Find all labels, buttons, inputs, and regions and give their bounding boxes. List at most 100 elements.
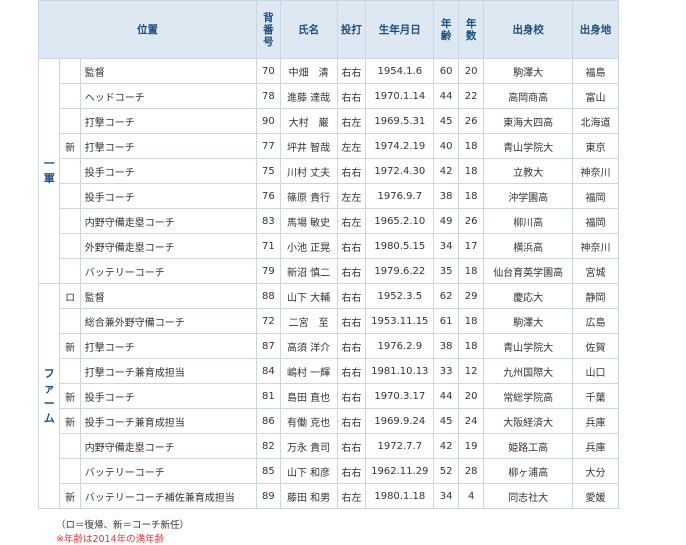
hometown-cell: 富山 [572,83,619,109]
mark-cell [59,258,81,284]
hometown-cell: 福岡 [572,183,619,209]
name-cell: 進藤 達哉 [279,83,338,109]
number-cell: 79 [256,258,281,284]
number-cell: 72 [256,308,281,334]
number-cell: 77 [256,133,281,159]
school-cell: 青山学院大 [483,333,574,359]
name-cell: 有働 克也 [279,408,338,434]
bat-throw-cell: 左左 [336,133,367,159]
number-cell: 84 [256,358,281,384]
bat-throw-cell: 右右 [336,258,367,284]
position-cell: 外野守備走塁コーチ [79,233,258,259]
number-cell: 81 [256,383,281,409]
years-cell: 20 [457,383,485,409]
header-position: 位置 [37,0,258,59]
school-cell: 仙台育英学園高 [483,258,574,284]
school-cell: 柳川高 [483,208,574,234]
name-cell: 高須 洋介 [279,333,338,359]
name-cell: 坪井 智哉 [279,133,338,159]
number-cell: 85 [256,458,281,484]
years-cell: 4 [457,483,485,509]
mark-cell: 新 [59,408,81,434]
years-cell: 18 [457,333,485,359]
header-name: 氏名 [279,0,338,59]
years-cell: 26 [457,208,485,234]
school-cell: 柳ヶ浦高 [483,458,574,484]
table-row: バッテリーコーチ 79 新沼 慎二 右右 1979.6.22 35 18 仙台育英学園高 宮城 [39,258,619,284]
h-yrs-label: 年数 [465,17,477,42]
age-cell: 62 [433,283,459,309]
age-cell: 33 [433,358,459,384]
position-cell: バッテリーコーチ [79,458,258,484]
years-cell: 28 [457,458,485,484]
bat-throw-cell: 右右 [336,383,367,409]
years-cell: 29 [457,283,485,309]
mark-cell: ロ [59,283,81,309]
position-cell: 投手コーチ兼育成担当 [79,408,258,434]
name-cell: 二宮 至 [279,308,338,334]
years-cell: 17 [457,233,485,259]
position-cell: 内野守備走塁コーチ [79,208,258,234]
header-bat-throw: 投打 [336,0,367,59]
hometown-cell: 広島 [572,308,619,334]
name-cell: 新沼 慎二 [279,258,338,284]
school-cell: 横浜高 [483,233,574,259]
bat-throw-cell: 右左 [336,483,367,509]
birthdate-cell: 1954.1.6 [365,58,435,84]
number-cell: 88 [256,283,281,309]
hometown-cell: 東京 [572,133,619,159]
birthdate-cell: 1952.3.5 [365,283,435,309]
table-row: 新打撃コーチ 77 坪井 智哉 左左 1974.2.19 40 18 青山学院大 東京 [39,133,619,159]
hometown-cell: 神奈川 [572,233,619,259]
age-cell: 38 [433,333,459,359]
position-cell: 投手コーチ [79,383,258,409]
bat-throw-cell: 右右 [336,233,367,259]
mark-cell: 新 [59,333,81,359]
table-row: 一軍監督 70 中畑 清右右 1954.1.6 60 20 駒澤大 福島 [37,58,619,284]
number-cell: 83 [256,208,281,234]
name-cell: 山下 和彦 [279,458,338,484]
position-cell: 監督 [79,58,258,84]
name-cell: 島田 直也 [279,383,338,409]
mark-cell: 新 [59,133,81,159]
school-cell: 立教大 [483,158,574,184]
mark-cell [59,83,81,109]
name-cell: 中畑 清 [279,58,338,84]
group-label-farm: ファーム [37,283,61,509]
school-cell: 常総学院高 [483,383,574,409]
years-cell: 18 [457,308,485,334]
school-cell: 青山学院大 [483,133,574,159]
hometown-cell: 兵庫 [572,408,619,434]
table-row: 新投手コーチ兼育成担当 86 有働 克也 右右 1969.9.24 45 24 大阪経済大 兵庫 [39,408,619,434]
header-age: 年齢 [433,0,459,59]
position-cell: バッテリーコーチ補佐兼育成担当 [79,483,258,509]
position-cell: ヘッドコーチ [79,83,258,109]
number-cell: 78 [256,83,281,109]
number-cell: 75 [256,158,281,184]
school-cell: 沖学園高 [483,183,574,209]
mark-cell [59,233,81,259]
position-cell: 投手コーチ [79,183,258,209]
age-cell: 61 [433,308,459,334]
hometown-cell: 神奈川 [572,158,619,184]
position-cell: 打撃コーチ [79,133,258,159]
number-cell: 90 [256,108,281,134]
name-cell: 嶋村 一輝 [279,358,338,384]
position-cell: 打撃コーチ兼育成担当 [79,358,258,384]
mark-cell [59,458,81,484]
age-cell: 45 [433,408,459,434]
position-cell: 総合兼外野守備コーチ [79,308,258,334]
mark-cell [59,358,81,384]
school-cell: 高岡商高 [483,83,574,109]
age-cell: 34 [433,233,459,259]
hometown-cell: 北海道 [572,108,619,134]
hometown-cell: 佐賀 [572,333,619,359]
mark-cell [59,158,81,184]
birthdate-cell: 1962.11.29 [365,458,435,484]
table-row: ファームロ監督 88 山下 大輔 右右 1952.3.5 62 29 慶応大 静岡 [37,283,619,509]
school-cell: 九州国際大 [483,358,574,384]
bat-throw-cell: 右右 [336,408,367,434]
mark-cell [59,208,81,234]
table-row: 新投手コーチ 81 島田 直也 右右 1970.3.17 44 20 常総学院高 千葉 [39,383,619,409]
age-cell: 44 [433,83,459,109]
